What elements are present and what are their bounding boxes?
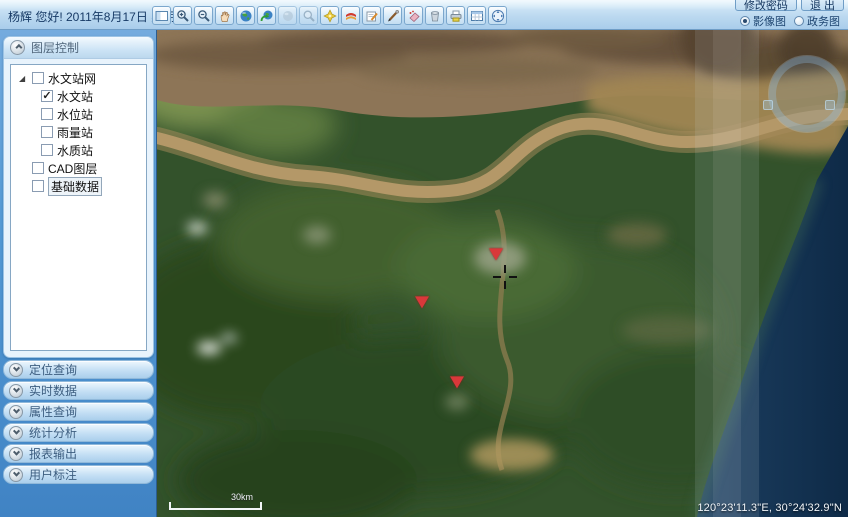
layer-panel-header[interactable]: 图层控制 xyxy=(4,37,153,59)
radio-dot-selected xyxy=(740,16,750,26)
accordion-label: 实时数据 xyxy=(29,382,77,399)
tree-expander-icon[interactable]: ◢ xyxy=(19,74,28,83)
accordion-realtime-data[interactable]: 实时数据 xyxy=(3,381,154,400)
accordion-statistics[interactable]: 统计分析 xyxy=(3,423,154,442)
radio-dot-unselected xyxy=(794,16,804,26)
pan-hand-icon[interactable] xyxy=(215,6,234,25)
tree-node-hydro-station[interactable]: ✓ 水文站 xyxy=(11,87,146,105)
chevron-down-icon xyxy=(12,407,19,414)
tree-label[interactable]: CAD图层 xyxy=(48,160,97,177)
zoom-in-icon[interactable] xyxy=(173,6,192,25)
session-buttons: 修改密码 退 出 xyxy=(735,0,844,11)
checkbox-base-data[interactable] xyxy=(32,180,44,192)
accordion-attribute-query[interactable]: 属性查询 xyxy=(3,402,154,421)
highlight-icon[interactable] xyxy=(341,6,360,25)
erase-icon[interactable] xyxy=(404,6,423,25)
tree-label[interactable]: 水文站网 xyxy=(48,70,96,87)
accordion-label: 定位查询 xyxy=(29,361,77,378)
radio-imagery-map[interactable]: 影像图 xyxy=(740,13,786,29)
draw-pen-icon[interactable] xyxy=(383,6,402,25)
search-icon[interactable] xyxy=(299,6,318,25)
accordion-label: 统计分析 xyxy=(29,424,77,441)
nav-button-left-icon[interactable] xyxy=(763,100,773,110)
checkbox-cad-layer[interactable] xyxy=(32,162,44,174)
chevron-down-icon xyxy=(12,386,19,393)
checkbox-rainfall-station[interactable] xyxy=(41,126,53,138)
scale-label: 30km xyxy=(231,492,253,502)
tree-node-water-quality-station[interactable]: 水质站 xyxy=(11,141,146,159)
tree-node-rainfall-station[interactable]: 雨量站 xyxy=(11,123,146,141)
station-marker[interactable] xyxy=(450,376,464,388)
chevron-down-icon xyxy=(12,365,19,372)
expand-button[interactable] xyxy=(9,426,23,440)
radio-admin-map[interactable]: 政务图 xyxy=(794,13,840,29)
tree-node-cad-layer[interactable]: CAD图层 xyxy=(11,159,146,177)
station-marker[interactable] xyxy=(489,248,503,260)
print-icon[interactable] xyxy=(446,6,465,25)
collapse-panel-button[interactable] xyxy=(10,40,25,55)
layer-control-panel: 图层控制 ◢ 水文站网 ✓ 水文站 水位站 雨量站 xyxy=(3,36,154,358)
expand-button[interactable] xyxy=(9,384,23,398)
radio-imagery-label: 影像图 xyxy=(753,13,786,29)
accordion-label: 用户标注 xyxy=(29,466,77,483)
checkbox-water-quality-station[interactable] xyxy=(41,144,53,156)
expand-button[interactable] xyxy=(9,468,23,482)
radio-admin-label: 政务图 xyxy=(807,13,840,29)
layer-panel-title: 图层控制 xyxy=(31,39,79,56)
map-toolbar xyxy=(152,6,507,25)
chevron-down-icon xyxy=(12,449,19,456)
top-bar: 杨辉 您好! 2011年8月17日 星期三 xyxy=(0,0,848,30)
crosshair-cursor xyxy=(493,265,517,289)
layer-tree: ◢ 水文站网 ✓ 水文站 水位站 雨量站 水质站 xyxy=(10,64,147,351)
full-extent-globe-icon[interactable] xyxy=(236,6,255,25)
logout-button[interactable]: 退 出 xyxy=(801,0,844,11)
gis-application: 杨辉 您好! 2011年8月17日 星期三 xyxy=(0,0,848,517)
next-view-icon[interactable] xyxy=(278,6,297,25)
tree-label[interactable]: 水位站 xyxy=(57,106,93,123)
navigate-icon[interactable] xyxy=(488,6,507,25)
sidebar-toggle-icon[interactable] xyxy=(152,6,171,25)
map-type-switch: 影像图 政务图 xyxy=(740,13,840,29)
accordion-location-query[interactable]: 定位查询 xyxy=(3,360,154,379)
accordion-label: 报表输出 xyxy=(29,445,77,462)
coordinates-readout: 120°23'11.3"E, 30°24'32.9"N xyxy=(697,502,842,514)
left-sidebar: 图层控制 ◢ 水文站网 ✓ 水文站 水位站 雨量站 xyxy=(0,30,157,517)
tree-label[interactable]: 水质站 xyxy=(57,142,93,159)
attribute-table-icon[interactable] xyxy=(467,6,486,25)
accordion-report-output[interactable]: 报表输出 xyxy=(3,444,154,463)
station-marker[interactable] xyxy=(415,296,429,308)
tree-node-water-level-station[interactable]: 水位站 xyxy=(11,105,146,123)
expand-button[interactable] xyxy=(9,447,23,461)
checkbox-hydro-station-checked[interactable]: ✓ xyxy=(41,90,53,102)
accordion-user-annotation[interactable]: 用户标注 xyxy=(3,465,154,484)
clear-bucket-icon[interactable] xyxy=(425,6,444,25)
tree-node-base-data[interactable]: 基础数据 xyxy=(11,177,146,195)
tree-node-hydro-network[interactable]: ◢ 水文站网 xyxy=(11,69,146,87)
checkbox-water-level-station[interactable] xyxy=(41,108,53,120)
checkbox-hydro-network[interactable] xyxy=(32,72,44,84)
map-navigation-compass[interactable] xyxy=(769,56,845,132)
tree-label[interactable]: 水文站 xyxy=(57,88,93,105)
map-viewport[interactable]: 30km 120°23'11.3"E, 30°24'32.9"N xyxy=(157,30,848,517)
scale-bar: 30km xyxy=(169,500,269,516)
nav-button-right-icon[interactable] xyxy=(825,100,835,110)
accordion-label: 属性查询 xyxy=(29,403,77,420)
change-password-button[interactable]: 修改密码 xyxy=(735,0,797,11)
expand-button[interactable] xyxy=(9,363,23,377)
previous-view-icon[interactable] xyxy=(257,6,276,25)
zoom-out-icon[interactable] xyxy=(194,6,213,25)
identify-icon[interactable] xyxy=(320,6,339,25)
chevron-down-icon xyxy=(12,428,19,435)
expand-button[interactable] xyxy=(9,405,23,419)
tree-label-focused[interactable]: 基础数据 xyxy=(48,177,102,196)
tree-label[interactable]: 雨量站 xyxy=(57,124,93,141)
sidebar-accordions: 定位查询 实时数据 属性查询 统计分析 报表输出 用户标注 xyxy=(3,360,154,486)
chevron-up-icon xyxy=(15,44,22,51)
annotate-icon[interactable] xyxy=(362,6,381,25)
chevron-down-icon xyxy=(12,470,19,477)
